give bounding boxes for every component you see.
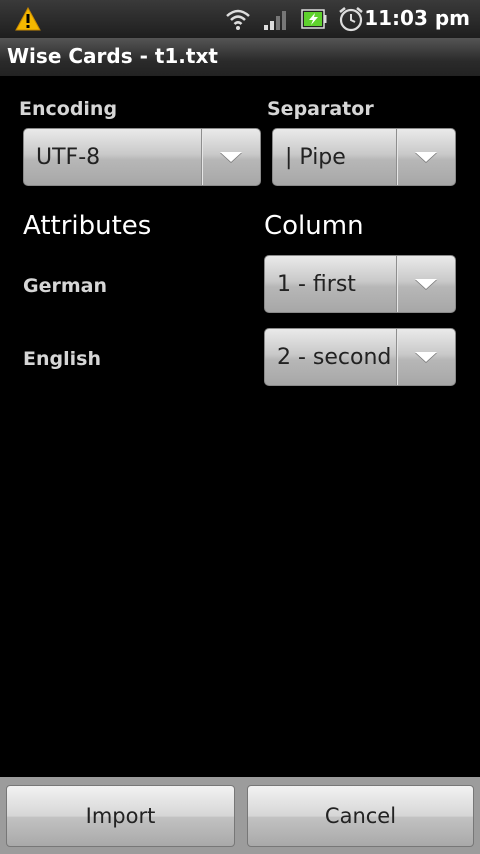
clock: 11:03 pm xyxy=(364,6,470,30)
attributes-header: Attributes xyxy=(23,211,152,241)
status-bar: 11:03 pm xyxy=(0,0,480,38)
button-bar: Import Cancel xyxy=(0,777,480,854)
chevron-down-icon xyxy=(415,152,437,162)
attribute-name: German xyxy=(23,275,107,297)
warning-icon xyxy=(15,7,41,31)
column-dropdown-arrow[interactable] xyxy=(396,329,455,385)
encoding-label: Encoding xyxy=(19,98,118,120)
column-value: 1 - first xyxy=(277,271,356,297)
attribute-name: English xyxy=(23,348,101,370)
wifi-icon xyxy=(226,9,250,30)
column-value: 2 - second xyxy=(277,344,392,370)
separator-label: Separator xyxy=(267,98,374,120)
battery-icon xyxy=(301,9,327,29)
separator-spinner[interactable]: | Pipe xyxy=(272,128,456,186)
window-title: Wise Cards - t1.txt xyxy=(7,44,218,68)
encoding-value: UTF-8 xyxy=(36,144,101,170)
chevron-down-icon xyxy=(415,279,437,289)
import-button[interactable]: Import xyxy=(6,785,235,847)
encoding-dropdown-arrow[interactable] xyxy=(201,129,260,185)
alarm-icon xyxy=(339,7,363,32)
column-spinner-english[interactable]: 2 - second xyxy=(264,328,456,386)
chevron-down-icon xyxy=(220,152,242,162)
encoding-spinner[interactable]: UTF-8 xyxy=(23,128,261,186)
column-spinner-german[interactable]: 1 - first xyxy=(264,255,456,313)
separator-dropdown-arrow[interactable] xyxy=(396,129,455,185)
title-bar: Wise Cards - t1.txt xyxy=(0,38,480,76)
signal-icon xyxy=(264,11,286,30)
cancel-button[interactable]: Cancel xyxy=(247,785,474,847)
chevron-down-icon xyxy=(415,352,437,362)
column-header: Column xyxy=(264,211,364,241)
column-dropdown-arrow[interactable] xyxy=(396,256,455,312)
separator-value: | Pipe xyxy=(285,144,346,170)
